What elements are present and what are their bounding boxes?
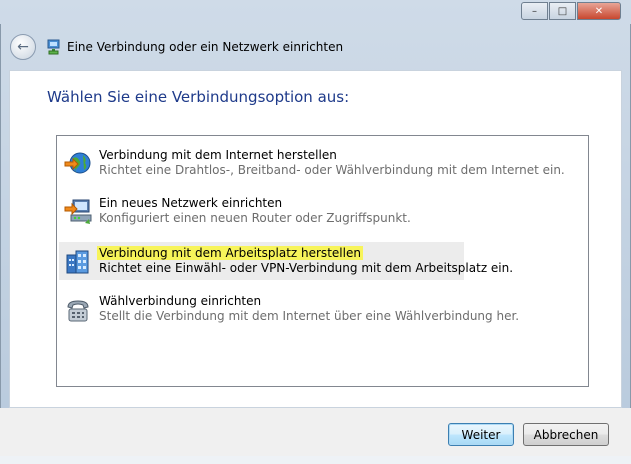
back-button[interactable]: ← [10,34,36,60]
dialog-header: ← Eine Verbindung oder ein Netzwerk einr… [0,24,631,70]
telephone-dialup-icon [67,300,89,322]
option-new-network-title: Ein neues Netzwerk einrichten [99,196,283,210]
minimize-button[interactable]: – [521,2,548,20]
background-window-title [0,0,520,8]
option-workplace-title: Verbindung mit dem Arbeitsplatz herstell… [97,246,363,260]
cancel-button[interactable]: Abbrechen [523,423,609,446]
dialog-footer: Weiter Abbrechen [0,408,631,456]
router-network-icon [64,199,92,224]
dialog-content: Wählen Sie eine Verbindungsoption aus: V… [9,70,622,408]
option-workplace-desc: Richtet eine Einwähl- oder VPN-Verbindun… [99,261,514,275]
option-dialup[interactable]: Wählverbindung einrichten Stellt die Ver… [59,290,519,328]
dialog-title: Eine Verbindung oder ein Netzwerk einric… [67,40,344,54]
option-new-network-desc: Konfiguriert einen neuen Router oder Zug… [99,211,411,225]
connection-options-list[interactable]: Verbindung mit dem Internet herstellen R… [56,135,589,387]
close-button[interactable]: ✕ [577,2,621,20]
option-dialup-title: Wählverbindung einrichten [99,294,262,308]
maximize-button[interactable]: □ [549,2,576,20]
option-dialup-desc: Stellt die Verbindung mit dem Internet ü… [99,309,520,323]
window-controls: – □ ✕ [521,2,621,21]
option-internet-desc: Richtet eine Drahtlos-, Breitband- oder … [99,163,565,177]
instruction-heading: Wählen Sie eine Verbindungsoption aus: [47,88,350,106]
option-internet[interactable]: Verbindung mit dem Internet herstellen R… [59,144,565,182]
background-window-strip [0,456,631,464]
option-new-network[interactable]: Ein neues Netzwerk einrichten Konfigurie… [59,192,464,230]
back-arrow-icon: ← [17,39,29,55]
network-setup-icon [47,39,60,55]
option-internet-title: Verbindung mit dem Internet herstellen [99,148,337,162]
globe-internet-icon [64,152,91,174]
option-workplace[interactable]: Verbindung mit dem Arbeitsplatz herstell… [59,242,513,280]
next-button[interactable]: Weiter [448,423,514,446]
workplace-building-icon [66,250,89,274]
